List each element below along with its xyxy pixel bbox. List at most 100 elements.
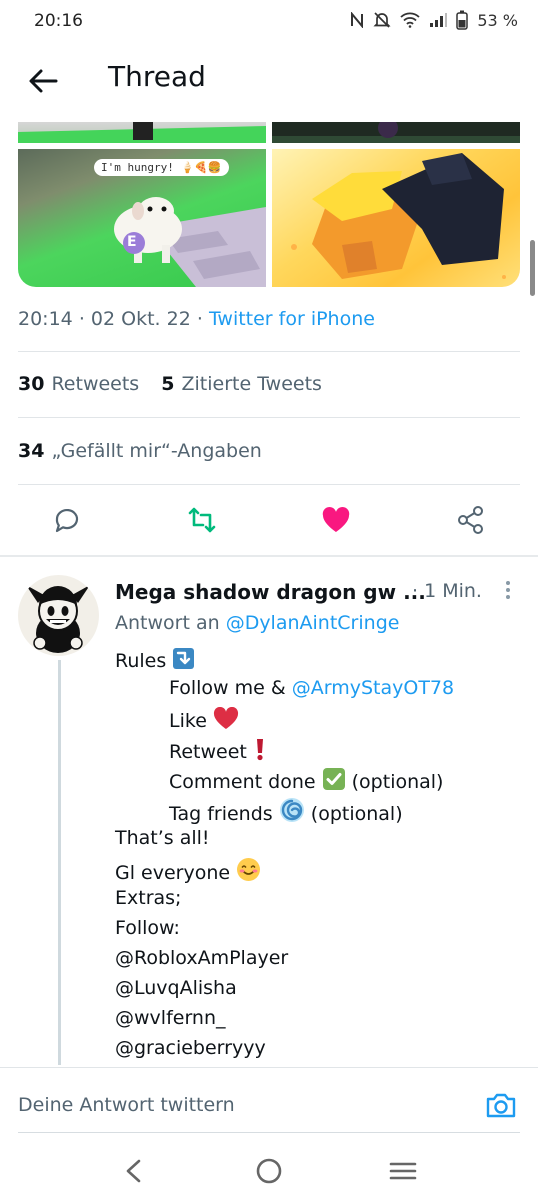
- retweets-label: Retweets: [51, 373, 140, 395]
- signal-icon: [430, 13, 448, 27]
- reply-author-name[interactable]: Mega shadow dragon gw ...: [115, 580, 426, 604]
- compose-underline: [18, 1132, 520, 1133]
- smiling-face-emoji-icon: [237, 858, 261, 881]
- tweet-source-link[interactable]: Twitter for iPhone: [209, 308, 375, 330]
- arrow-down-emoji-icon: [173, 648, 195, 669]
- mention-link[interactable]: @wvlfernn_: [115, 1007, 226, 1029]
- retweet-text: Retweet: [169, 741, 247, 763]
- like-button[interactable]: [320, 504, 352, 536]
- tweet-text-line: Rules: [115, 647, 195, 672]
- arrow-left-icon: [29, 69, 58, 93]
- check-box-emoji-icon: [322, 768, 345, 790]
- menu-lines-icon: [389, 1162, 417, 1180]
- nav-recents-button[interactable]: [388, 1156, 418, 1186]
- more-options-button[interactable]: [500, 578, 516, 604]
- tweet-text-line: Follow:: [115, 917, 180, 939]
- rarity-badge: E: [127, 234, 137, 250]
- rules-text: Rules: [115, 650, 167, 672]
- exclamation-emoji-icon: [256, 739, 263, 761]
- avatar[interactable]: [18, 575, 99, 656]
- likes-stat[interactable]: 34 „Gefällt mir“-Angaben: [18, 440, 262, 462]
- tweet-text-line: Tag friends (optional): [169, 797, 403, 825]
- status-time: 20:16: [34, 11, 83, 31]
- reply-timestamp: · 1 Min.: [412, 580, 482, 602]
- quotes-count: 5: [161, 373, 175, 395]
- red-heart-emoji-icon: [213, 707, 238, 729]
- comment-bubble-icon: [55, 508, 79, 533]
- compose-reply-bar: [0, 1067, 538, 1138]
- status-icons: 53 %: [350, 10, 518, 30]
- mention-link[interactable]: @gracieberryyy: [115, 1037, 266, 1059]
- tweet-media-grid: I'm hungry! 🍦🍕🍔 E: [18, 122, 520, 287]
- tweet-time: 20:14: [18, 308, 73, 330]
- media-image-1[interactable]: [18, 122, 266, 143]
- retweet-button[interactable]: [186, 504, 218, 536]
- mute-bell-icon: [373, 12, 391, 28]
- kebab-menu-icon: [506, 581, 510, 599]
- nav-home-button[interactable]: [254, 1156, 284, 1186]
- tweet-meta: 20:14 · 02 Okt. 22 · Twitter for iPhone: [18, 308, 375, 330]
- tweet-text-line: That’s all!: [115, 827, 210, 849]
- media-image-2[interactable]: [272, 122, 520, 143]
- speech-bubble: I'm hungry! 🍦🍕🍔: [94, 159, 229, 176]
- tweet-text-line: Retweet: [169, 737, 267, 763]
- circle-home-icon: [256, 1158, 282, 1184]
- quotes-label: Zitierte Tweets: [181, 373, 322, 395]
- share-button[interactable]: [455, 504, 487, 536]
- mention-link[interactable]: @ArmyStayOT78: [292, 677, 454, 699]
- camera-icon: [486, 1093, 516, 1118]
- reply-to-mention[interactable]: @DylanAintCringe: [226, 612, 400, 634]
- divider: [18, 484, 520, 485]
- scrollbar-thumb[interactable]: [530, 240, 535, 296]
- retweets-count: 30: [18, 373, 45, 395]
- tag-text: Tag friends: [169, 803, 273, 825]
- mention-link[interactable]: @LuvqAlisha: [115, 977, 237, 999]
- cyclone-emoji-icon: [279, 798, 304, 822]
- gl-text: Gl everyone: [115, 862, 231, 884]
- quote-tweets-stat[interactable]: 5 Zitierte Tweets: [161, 373, 322, 395]
- battery-icon: [456, 10, 469, 30]
- tweet-text-line: Extras;: [115, 887, 182, 909]
- status-bar: 20:16 53 %: [0, 0, 538, 44]
- tag-optional: (optional): [310, 803, 403, 825]
- retweet-icon: [188, 507, 216, 533]
- share-icon: [458, 506, 483, 534]
- tweet-date: 02 Okt. 22: [90, 308, 191, 330]
- app-header: Thread: [0, 44, 538, 120]
- back-button[interactable]: [26, 64, 60, 98]
- page-title: Thread: [108, 60, 206, 93]
- comment-text: Comment done: [169, 771, 316, 793]
- nfc-icon: [351, 12, 364, 28]
- media-image-3[interactable]: I'm hungry! 🍦🍕🍔 E: [18, 149, 266, 287]
- likes-label: „Gefällt mir“-Angaben: [51, 440, 262, 462]
- reply-to-label: Antwort an: [115, 612, 220, 634]
- section-separator: [0, 555, 538, 557]
- likes-count: 34: [18, 440, 45, 462]
- tweet-text-line: Follow me & @ArmyStayOT78: [169, 677, 454, 699]
- reply-to-line: Antwort an @DylanAintCringe: [115, 612, 399, 634]
- mention-link[interactable]: @RobloxAmPlayer: [115, 947, 288, 969]
- like-text: Like: [169, 710, 207, 732]
- divider: [18, 351, 520, 352]
- camera-button[interactable]: [484, 1088, 518, 1122]
- tweet-stats-row: 30 Retweets 5 Zitierte Tweets: [18, 373, 322, 395]
- tweet-text-line: Gl everyone: [115, 857, 261, 884]
- comment-optional: (optional): [351, 771, 444, 793]
- divider: [18, 417, 520, 418]
- likes-stat-row: 34 „Gefällt mir“-Angaben: [18, 440, 262, 462]
- wifi-icon: [400, 12, 420, 28]
- nav-back-button[interactable]: [119, 1156, 149, 1186]
- follow-prefix: Follow me &: [169, 677, 292, 699]
- chevron-left-icon: [126, 1159, 141, 1183]
- tweet-text-line: Like: [169, 707, 239, 732]
- tweet-text-line: Comment done (optional): [169, 767, 443, 793]
- reply-input[interactable]: [18, 1088, 458, 1122]
- heart-icon: [322, 507, 350, 532]
- media-image-4[interactable]: [272, 149, 520, 287]
- reply-button[interactable]: [51, 504, 83, 536]
- battery-percent: 53 %: [477, 10, 518, 30]
- tweet-actions: [0, 487, 538, 553]
- thread-connector-line: [58, 660, 61, 1065]
- retweets-stat[interactable]: 30 Retweets: [18, 373, 139, 395]
- system-nav-bar: [0, 1140, 538, 1200]
